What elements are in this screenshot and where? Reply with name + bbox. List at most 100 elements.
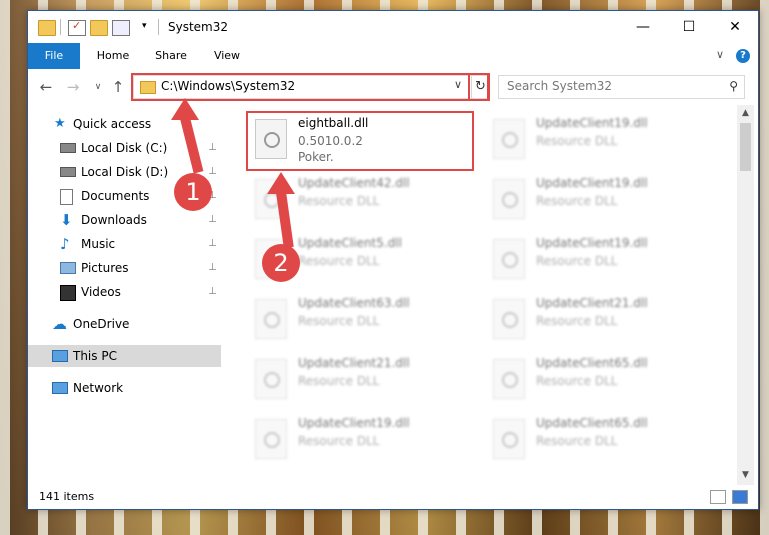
search-icon[interactable]: ⚲ bbox=[729, 79, 738, 93]
item-count: 141 items bbox=[39, 490, 95, 503]
sidebar-item-label: Videos bbox=[81, 285, 121, 299]
forward-button[interactable]: → bbox=[63, 77, 83, 97]
maximize-button[interactable]: ☐ bbox=[666, 11, 712, 43]
file-type: Resource DLL bbox=[536, 254, 618, 268]
file-item[interactable]: UpdateClient19.dll Resource DLL bbox=[487, 113, 717, 169]
file-name: UpdateClient65.dll bbox=[536, 356, 648, 370]
pin-icon[interactable]: ⊥ bbox=[208, 233, 217, 255]
minimize-button[interactable]: — bbox=[620, 11, 666, 43]
file-item[interactable]: UpdateClient19.dll Resource DLL bbox=[249, 413, 479, 469]
pin-icon[interactable]: ⊥ bbox=[208, 209, 217, 231]
tab-file[interactable]: File bbox=[28, 43, 80, 69]
properties-icon[interactable]: ✓ bbox=[68, 19, 86, 36]
file-item[interactable]: UpdateClient19.dll Resource DLL bbox=[487, 233, 717, 289]
annotation-badge-2: 2 bbox=[262, 244, 300, 282]
sidebar-item-label: Music bbox=[81, 237, 116, 251]
pin-icon[interactable]: ⊥ bbox=[208, 161, 217, 183]
expand-ribbon-icon[interactable]: ∨ bbox=[716, 48, 724, 61]
file-explorer-window: ✓ ▾ System32 — ☐ ✕ File Home Share View … bbox=[27, 10, 759, 510]
navigation-bar: ← → ∨ ↑ C:\Windows\System32 ∨ ↻ Search S… bbox=[28, 69, 758, 105]
vertical-scrollbar[interactable]: ▲ ▼ bbox=[737, 105, 754, 485]
file-name: UpdateClient21.dll bbox=[298, 356, 410, 370]
file-type: Resource DLL bbox=[298, 314, 380, 328]
pc-icon bbox=[52, 350, 68, 362]
file-type: Resource DLL bbox=[298, 374, 380, 388]
close-button[interactable]: ✕ bbox=[712, 11, 758, 43]
sidebar-item-network[interactable]: Network bbox=[28, 377, 221, 399]
window-title: System32 bbox=[168, 20, 229, 34]
drive-icon bbox=[60, 143, 76, 153]
search-box[interactable]: Search System32 ⚲ bbox=[498, 75, 745, 99]
file-item[interactable]: UpdateClient19.dll Resource DLL bbox=[487, 173, 717, 229]
file-item[interactable]: UpdateClient63.dll Resource DLL bbox=[249, 293, 479, 349]
file-type: Resource DLL bbox=[298, 434, 380, 448]
file-type: Resource DLL bbox=[298, 254, 380, 268]
back-button[interactable]: ← bbox=[36, 77, 56, 97]
file-type: Resource DLL bbox=[536, 134, 618, 148]
scroll-up-button[interactable]: ▲ bbox=[737, 105, 754, 122]
tab-home[interactable]: Home bbox=[88, 43, 138, 69]
videos-icon bbox=[60, 285, 76, 301]
sidebar-item-onedrive[interactable]: ☁ OneDrive bbox=[28, 313, 221, 335]
file-name: UpdateClient21.dll bbox=[536, 296, 648, 310]
search-input[interactable]: Search System32 bbox=[507, 79, 612, 93]
sidebar-item-label: Quick access bbox=[73, 117, 152, 131]
annotation-badge-1: 1 bbox=[174, 173, 212, 211]
help-icon[interactable]: ? bbox=[736, 49, 750, 63]
file-type: Resource DLL bbox=[298, 194, 380, 208]
file-type: Resource DLL bbox=[536, 434, 618, 448]
sidebar-item-pictures[interactable]: Pictures ⊥ bbox=[28, 257, 221, 279]
pin-icon[interactable]: ⊥ bbox=[208, 137, 217, 159]
folder-icon bbox=[38, 20, 56, 36]
divider bbox=[158, 19, 159, 35]
sidebar-item-videos[interactable]: Videos ⊥ bbox=[28, 281, 221, 303]
file-name: UpdateClient19.dll bbox=[536, 176, 648, 190]
scroll-thumb[interactable] bbox=[740, 123, 751, 171]
drive-icon bbox=[60, 167, 76, 177]
up-button[interactable]: ↑ bbox=[108, 77, 128, 97]
annotation-arrow-2-head bbox=[267, 172, 295, 194]
sidebar-item-downloads[interactable]: ⬇ Downloads ⊥ bbox=[28, 209, 221, 231]
dll-file-icon bbox=[493, 359, 525, 399]
tab-view[interactable]: View bbox=[204, 43, 250, 69]
file-item[interactable]: UpdateClient65.dll Resource DLL bbox=[487, 353, 717, 409]
file-type: Resource DLL bbox=[536, 194, 618, 208]
large-icons-view-icon[interactable] bbox=[732, 490, 748, 504]
file-name: UpdateClient42.dll bbox=[298, 176, 410, 190]
cloud-icon: ☁ bbox=[52, 315, 67, 333]
sidebar-item-music[interactable]: ♪ Music ⊥ bbox=[28, 233, 221, 255]
sidebar-item-label: Local Disk (C:) bbox=[81, 141, 168, 155]
music-icon: ♪ bbox=[60, 235, 70, 253]
annotation-highlight-refresh bbox=[468, 73, 490, 101]
file-item[interactable]: UpdateClient21.dll Resource DLL bbox=[249, 353, 479, 409]
file-name: UpdateClient19.dll bbox=[536, 116, 648, 130]
file-name: UpdateClient63.dll bbox=[298, 296, 410, 310]
scroll-down-button[interactable]: ▼ bbox=[737, 467, 754, 484]
status-bar: 141 items bbox=[28, 485, 758, 509]
file-item[interactable]: UpdateClient21.dll Resource DLL bbox=[487, 293, 717, 349]
sidebar-item-label: Local Disk (D:) bbox=[81, 165, 169, 179]
network-icon bbox=[52, 382, 68, 394]
dll-file-icon bbox=[493, 239, 525, 279]
sidebar-item-label: Network bbox=[73, 381, 124, 395]
sidebar-item-this-pc[interactable]: This PC bbox=[28, 345, 221, 367]
sidebar-item-label: Pictures bbox=[81, 261, 129, 275]
dll-file-icon bbox=[493, 419, 525, 459]
sidebar-item-label: This PC bbox=[73, 349, 117, 363]
file-item[interactable]: UpdateClient65.dll Resource DLL bbox=[487, 413, 717, 469]
recent-locations-button[interactable]: ∨ bbox=[88, 77, 108, 97]
details-view-icon[interactable] bbox=[710, 490, 726, 504]
pictures-icon bbox=[60, 262, 76, 274]
pin-icon[interactable]: ⊥ bbox=[208, 281, 217, 303]
sidebar-item-label: OneDrive bbox=[73, 317, 130, 331]
new-folder-icon[interactable] bbox=[90, 20, 108, 36]
download-icon: ⬇ bbox=[60, 211, 73, 229]
pin-icon[interactable]: ⊥ bbox=[208, 257, 217, 279]
customize-toolbar-icon[interactable]: ▾ bbox=[142, 21, 147, 31]
tab-share[interactable]: Share bbox=[146, 43, 196, 69]
annotation-highlight-file bbox=[246, 111, 474, 171]
view-options-icon[interactable] bbox=[112, 20, 130, 36]
file-name: UpdateClient5.dll bbox=[298, 236, 402, 250]
annotation-highlight-address bbox=[131, 73, 489, 101]
dll-file-icon bbox=[255, 419, 287, 459]
